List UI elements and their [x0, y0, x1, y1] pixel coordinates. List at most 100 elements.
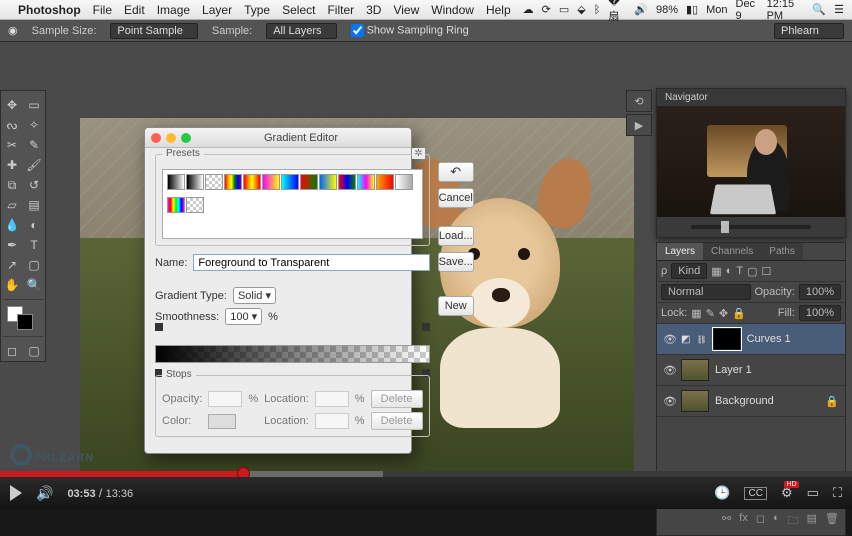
preset-swatch-14[interactable] [186, 197, 204, 213]
dodge-tool[interactable]: ◐ [23, 215, 45, 235]
filter-adjust-icon[interactable]: ◐ [726, 265, 733, 277]
show-sampling-ring[interactable]: Show Sampling Ring [351, 24, 469, 37]
preset-swatch-0[interactable] [167, 174, 185, 190]
layer-visibility-icon[interactable]: 👁 [663, 395, 675, 408]
layer-mask-icon[interactable]: ◻ [756, 512, 765, 531]
hand-tool[interactable]: ✋ [1, 275, 23, 295]
preset-swatch-6[interactable] [281, 174, 299, 190]
dialog-titlebar[interactable]: Gradient Editor [145, 128, 411, 148]
menu-edit[interactable]: Edit [124, 3, 145, 17]
layer-mask-thumb[interactable] [713, 328, 741, 350]
group-icon[interactable]: 🗀 [788, 512, 799, 531]
captions-button[interactable]: CC [744, 487, 766, 500]
preset-swatch-3[interactable] [224, 174, 242, 190]
ok-button[interactable]: ↶ [438, 162, 474, 182]
kind-filter-select[interactable]: Kind [671, 263, 707, 279]
notifications-icon[interactable]: ☰ [834, 3, 844, 16]
play-button[interactable] [10, 485, 22, 501]
move-tool[interactable]: ✥ [1, 95, 23, 115]
gradient-type-select[interactable]: Solid ▾ [233, 287, 276, 304]
layer-row-1[interactable]: 👁Layer 1 [657, 355, 845, 386]
window-close-icon[interactable] [151, 133, 161, 143]
healing-tool[interactable]: ✚ [1, 155, 23, 175]
filter-smart-icon[interactable]: ☐ [762, 265, 772, 278]
type-tool[interactable]: T [23, 235, 45, 255]
preset-swatch-5[interactable] [262, 174, 280, 190]
settings-button[interactable]: ⚙HD [781, 485, 793, 501]
stop-opacity-input[interactable] [208, 391, 242, 407]
opacity-input[interactable]: 100% [799, 284, 841, 300]
preset-swatch-9[interactable] [338, 174, 356, 190]
layer-fx-icon[interactable]: fx [739, 512, 748, 531]
sample-size-dropdown[interactable]: Point Sample [110, 23, 197, 39]
shape-tool[interactable]: ▢ [23, 255, 45, 275]
gradient-tool[interactable]: ▤ [23, 195, 45, 215]
menu-image[interactable]: Image [157, 3, 190, 17]
filter-shape-icon[interactable]: ▢ [747, 265, 757, 278]
menu-select[interactable]: Select [282, 3, 315, 17]
eyedropper-tool[interactable]: ✎ [23, 135, 45, 155]
brush-tool[interactable]: 🖌 [23, 155, 45, 175]
layer-visibility-icon[interactable]: 👁 [663, 333, 675, 346]
channels-tab[interactable]: Channels [703, 243, 761, 260]
new-button[interactable]: New [438, 296, 474, 316]
preset-swatch-11[interactable] [376, 174, 394, 190]
lock-position-icon[interactable]: ✥ [719, 307, 728, 320]
fullscreen-button[interactable]: ⛶ [833, 485, 842, 501]
filter-pixel-icon[interactable]: ▦ [711, 265, 721, 278]
lock-all-icon[interactable]: 🔒 [732, 307, 746, 320]
filter-type-icon[interactable]: T [736, 265, 743, 277]
layers-tab[interactable]: Layers [657, 243, 703, 260]
quickmask-toggle[interactable]: ◻ [1, 341, 23, 361]
load-button[interactable]: Load... [438, 226, 474, 246]
menu-window[interactable]: Window [431, 3, 474, 17]
menu-type[interactable]: Type [244, 3, 270, 17]
layer-visibility-icon[interactable]: 👁 [663, 364, 675, 377]
fill-input[interactable]: 100% [799, 305, 841, 321]
actions-panel-icon[interactable]: ▶ [626, 114, 652, 136]
new-layer-icon[interactable]: ▤ [807, 512, 817, 531]
navigator-preview[interactable] [657, 107, 845, 217]
theater-mode-button[interactable]: ▭ [807, 485, 819, 501]
show-sampling-ring-checkbox[interactable] [351, 24, 364, 37]
layer-thumb[interactable] [681, 359, 709, 381]
zoom-tool[interactable]: 🔍 [23, 275, 45, 295]
sample-dropdown[interactable]: All Layers [266, 23, 336, 39]
stop-opacity-delete-button[interactable]: Delete [371, 390, 423, 408]
eraser-tool[interactable]: ▱ [1, 195, 23, 215]
opacity-stop-left[interactable] [155, 323, 163, 331]
menu-help[interactable]: Help [486, 3, 511, 17]
preset-swatch-2[interactable] [205, 174, 223, 190]
screenmode-toggle[interactable]: ▢ [23, 341, 45, 361]
preset-swatch-8[interactable] [319, 174, 337, 190]
window-minimize-icon[interactable] [166, 133, 176, 143]
save-button[interactable]: Save... [438, 252, 474, 272]
gradient-name-input[interactable] [193, 254, 429, 271]
lock-transparency-icon[interactable]: ▦ [691, 307, 701, 320]
blur-tool[interactable]: 💧 [1, 215, 23, 235]
stop-color-location-input[interactable] [315, 413, 349, 429]
preset-swatch-12[interactable] [395, 174, 413, 190]
blend-mode-select[interactable]: Normal [661, 284, 751, 300]
path-tool[interactable]: ↗ [1, 255, 23, 275]
volume-button[interactable]: 🔊 [36, 485, 53, 502]
link-layers-icon[interactable]: ⚯ [722, 512, 731, 531]
preset-swatch-4[interactable] [243, 174, 261, 190]
navigator-zoom-slider[interactable] [657, 217, 845, 237]
preset-grid[interactable] [162, 169, 423, 239]
layer-thumb[interactable] [681, 390, 709, 412]
delete-layer-icon[interactable]: 🗑 [825, 512, 839, 531]
presets-menu-icon[interactable]: ✲ [412, 148, 424, 159]
preset-swatch-7[interactable] [300, 174, 318, 190]
layer-row-2[interactable]: 👁Background🔒 [657, 386, 845, 417]
stop-opacity-location-input[interactable] [315, 391, 349, 407]
menu-filter[interactable]: Filter [327, 3, 354, 17]
paths-tab[interactable]: Paths [761, 243, 803, 260]
menu-photoshop[interactable]: Photoshop [18, 3, 81, 17]
adjustment-layer-icon[interactable]: ◐ [773, 512, 780, 531]
lasso-tool[interactable]: ᔓ [1, 115, 23, 135]
spotlight-icon[interactable]: 🔍 [812, 3, 826, 16]
opacity-stop-right[interactable] [422, 323, 430, 331]
preset-swatch-10[interactable] [357, 174, 375, 190]
smoothness-input[interactable]: 100 ▾ [225, 308, 262, 325]
